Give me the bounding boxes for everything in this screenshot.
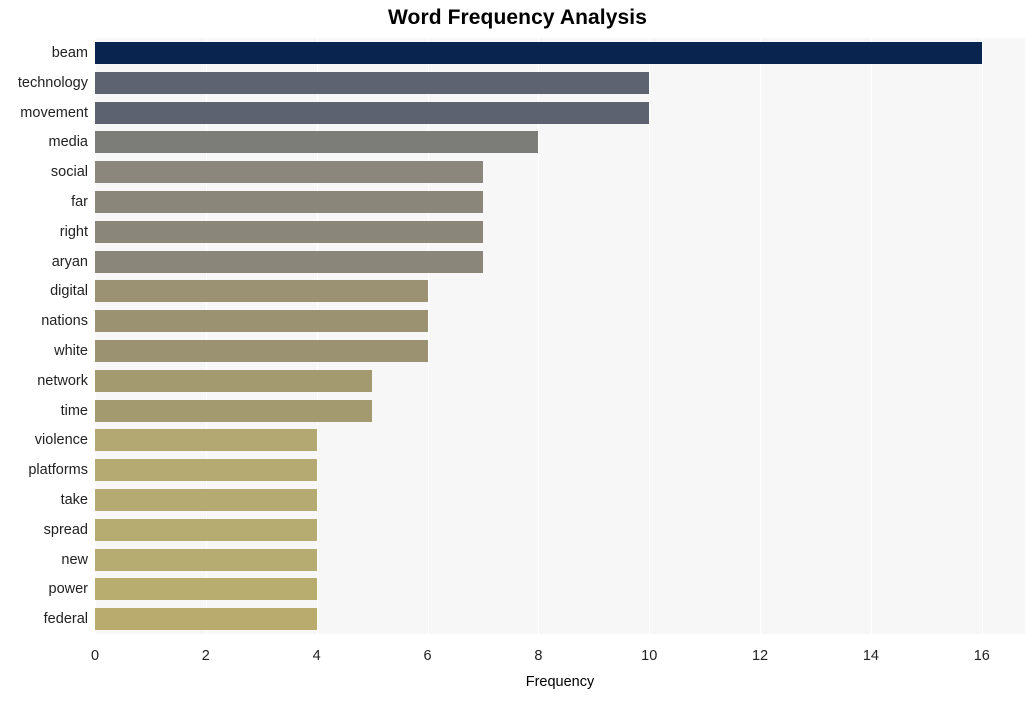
bar[interactable]	[95, 131, 539, 154]
y-tick-label: network	[37, 372, 88, 389]
y-tick-label: white	[54, 342, 88, 359]
y-tick-label: new	[61, 551, 88, 568]
x-tick-label: 16	[973, 648, 990, 664]
bar[interactable]	[95, 399, 373, 422]
plot-area	[95, 38, 1025, 634]
x-axis: 0 2 4 6 8 10 12 14 16	[91, 634, 1025, 664]
bar[interactable]	[95, 71, 650, 94]
x-axis-label: Frequency	[525, 674, 595, 690]
y-tick-label: far	[71, 193, 88, 210]
y-tick-label: platforms	[28, 462, 88, 479]
y-tick-label: take	[60, 491, 88, 508]
bar[interactable]	[95, 548, 317, 571]
x-tick-label: 2	[201, 648, 210, 664]
y-tick-label: media	[48, 134, 89, 151]
y-tick-label: beam	[51, 44, 88, 61]
x-tick-label: 12	[751, 648, 769, 664]
bar[interactable]	[95, 578, 317, 601]
y-tick-label: movement	[20, 104, 88, 121]
bar[interactable]	[95, 369, 373, 392]
y-tick-label: digital	[50, 283, 88, 300]
x-tick-label: 10	[641, 648, 658, 664]
y-tick-label: violence	[34, 432, 88, 449]
y-tick-label: social	[50, 164, 88, 181]
chart-figure: Word Frequency Analysis beam technology mo…	[0, 0, 1035, 701]
bar[interactable]	[95, 220, 483, 243]
bar[interactable]	[95, 459, 317, 482]
bar[interactable]	[95, 488, 317, 511]
y-tick-label: time	[60, 402, 88, 419]
bar[interactable]	[95, 41, 982, 64]
bar[interactable]	[95, 518, 317, 541]
x-tick-label: 0	[90, 648, 100, 664]
bar[interactable]	[95, 429, 317, 452]
chart-title: Word Frequency Analysis	[387, 6, 648, 29]
bar[interactable]	[95, 280, 428, 303]
y-axis: beam technology movement media social far righ…	[0, 38, 88, 634]
bar[interactable]	[95, 608, 317, 631]
y-tick-label: right	[59, 223, 88, 240]
bar[interactable]	[95, 161, 483, 184]
bars-layer	[95, 38, 1025, 634]
x-tick-label: 14	[862, 648, 879, 664]
bar[interactable]	[95, 310, 428, 333]
y-tick-label: federal	[43, 611, 88, 628]
bar[interactable]	[95, 250, 483, 273]
y-tick-label: aryan	[51, 253, 88, 270]
y-tick-label: power	[48, 581, 89, 598]
y-tick-label: spread	[43, 521, 88, 538]
y-tick-label: nations	[41, 313, 88, 330]
bar[interactable]	[95, 101, 650, 124]
x-tick-label: 6	[423, 648, 432, 664]
x-tick-label: 4	[312, 648, 321, 664]
bar[interactable]	[95, 190, 483, 213]
x-tick-label: 8	[534, 648, 543, 664]
y-tick-label: technology	[17, 74, 88, 91]
bar[interactable]	[95, 339, 428, 362]
